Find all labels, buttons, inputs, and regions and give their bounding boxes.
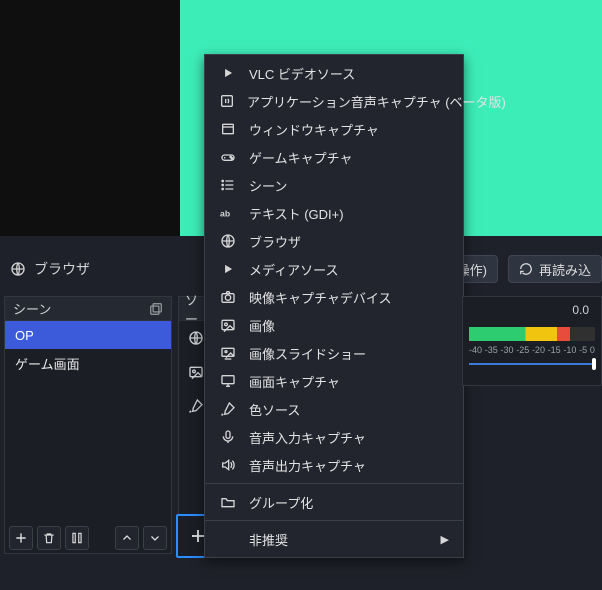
audio-mixer-panel: 0.0 -40-35-30-25-20-15-10-50: [462, 296, 602, 386]
meter-tick-label: -5: [579, 345, 587, 355]
meter-tick-label: -10: [563, 345, 576, 355]
mic-icon: [219, 429, 237, 445]
refresh-icon: [519, 262, 533, 276]
context-menu-item[interactable]: メディアソース: [205, 255, 463, 283]
meter-tick-label: -30: [500, 345, 513, 355]
selected-source-crumb: ブラウザ: [10, 259, 90, 279]
volume-slider[interactable]: [469, 363, 595, 365]
scenes-panel-title: シーン: [13, 299, 51, 318]
meter-tick-label: 0: [590, 345, 595, 355]
window-box-icon: [219, 121, 237, 137]
context-menu-item[interactable]: グループ化: [205, 488, 463, 516]
scene-item[interactable]: OP: [5, 321, 171, 349]
context-menu-item[interactable]: 画面キャプチャ: [205, 367, 463, 395]
scene-list: OPゲーム画面: [5, 321, 171, 377]
context-menu-item[interactable]: 色ソース: [205, 395, 463, 423]
svg-text:ab: ab: [220, 208, 230, 218]
context-menu-item[interactable]: シーン: [205, 171, 463, 199]
audio-meter-ticks: -40-35-30-25-20-15-10-50: [469, 345, 595, 355]
context-menu-item-label: ウィンドウキャプチャ: [249, 120, 379, 139]
context-menu-item-label: テキスト (GDI+): [249, 204, 344, 223]
context-menu-item-label: 色ソース: [249, 400, 300, 419]
reload-label: 再読み込: [539, 260, 591, 279]
image-icon: [219, 317, 237, 333]
meter-tick-label: -40: [469, 345, 482, 355]
play-icon: [219, 262, 237, 276]
add-source-context-menu: VLC ビデオソースアプリケーション音声キャプチャ (ベータ版) ウィンドウキャプ…: [204, 54, 464, 558]
speaker-icon: [219, 457, 237, 473]
chevron-right-icon: ▶: [441, 533, 449, 546]
context-menu-item[interactable]: 画像: [205, 311, 463, 339]
meter-tick-label: -25: [516, 345, 529, 355]
context-menu-item[interactable]: 画像スライドショー: [205, 339, 463, 367]
context-menu-item[interactable]: 映像キャプチャデバイス: [205, 283, 463, 311]
slideshow-icon: [219, 345, 237, 361]
context-menu-item-label: ゲームキャプチャ: [249, 148, 352, 167]
context-menu-item-label: アプリケーション音声キャプチャ (ベータ版): [247, 92, 506, 111]
preview-blank: [0, 0, 180, 236]
meter-tick-label: -20: [532, 345, 545, 355]
image-icon[interactable]: [187, 363, 205, 381]
gamepad-icon: [219, 149, 237, 165]
selected-source-label: ブラウザ: [34, 259, 90, 279]
brush-icon[interactable]: [187, 397, 205, 415]
context-menu-item-label: 音声入力キャプチャ: [249, 428, 366, 447]
context-menu-item-label: 画面キャプチャ: [249, 372, 340, 391]
context-menu-item-label: 非推奨: [249, 530, 288, 549]
scene-add-button[interactable]: [9, 526, 33, 550]
context-menu-item-label: 画像スライドショー: [249, 344, 366, 363]
context-menu-item-label: グループ化: [249, 493, 313, 512]
play-icon: [219, 66, 237, 80]
scenes-panel: シーン OPゲーム画面: [4, 296, 172, 554]
context-menu-item-label: 画像: [249, 316, 275, 335]
speaker-box-icon: [219, 93, 235, 109]
scene-item[interactable]: ゲーム画面: [5, 349, 171, 377]
folder-icon: [219, 494, 237, 510]
context-menu-item-label: シーン: [249, 176, 287, 195]
scene-filters-button[interactable]: [65, 526, 89, 550]
scene-move-up-button[interactable]: [115, 526, 139, 550]
context-menu-item[interactable]: 非推奨 ▶: [205, 525, 463, 553]
meter-tick-label: -15: [548, 345, 561, 355]
globe-icon: [10, 261, 26, 277]
context-menu-item[interactable]: 音声入力キャプチャ: [205, 423, 463, 451]
context-menu-item[interactable]: ブラウザ: [205, 227, 463, 255]
camera-icon: [219, 289, 237, 305]
context-menu-item-label: 音声出力キャプチャ: [249, 456, 366, 475]
mixer-peak-value: 0.0: [572, 303, 589, 317]
reload-button[interactable]: 再読み込: [508, 255, 602, 283]
text-ab-icon: ab: [219, 206, 237, 220]
context-menu-item-label: ブラウザ: [249, 232, 301, 251]
monitor-icon: [219, 373, 237, 389]
context-menu-item[interactable]: ゲームキャプチャ: [205, 143, 463, 171]
context-menu-separator: [205, 483, 463, 484]
context-menu-item[interactable]: アプリケーション音声キャプチャ (ベータ版): [205, 87, 463, 115]
scene-move-down-button[interactable]: [143, 526, 167, 550]
audio-meter: [469, 327, 595, 341]
meter-tick-label: -35: [485, 345, 498, 355]
context-menu-item[interactable]: ウィンドウキャプチャ: [205, 115, 463, 143]
context-menu-item[interactable]: VLC ビデオソース: [205, 59, 463, 87]
list-icon: [219, 177, 237, 193]
scene-remove-button[interactable]: [37, 526, 61, 550]
globe-icon[interactable]: [187, 329, 205, 347]
context-menu-separator: [205, 520, 463, 521]
popout-icon[interactable]: [149, 302, 163, 316]
context-menu-item-label: VLC ビデオソース: [249, 64, 355, 83]
context-menu-item-label: メディアソース: [249, 260, 338, 279]
context-menu-item[interactable]: ab テキスト (GDI+): [205, 199, 463, 227]
context-menu-item-label: 映像キャプチャデバイス: [249, 288, 391, 307]
globe-icon: [219, 233, 237, 249]
brush-icon: [219, 401, 237, 417]
context-menu-item[interactable]: 音声出力キャプチャ: [205, 451, 463, 479]
